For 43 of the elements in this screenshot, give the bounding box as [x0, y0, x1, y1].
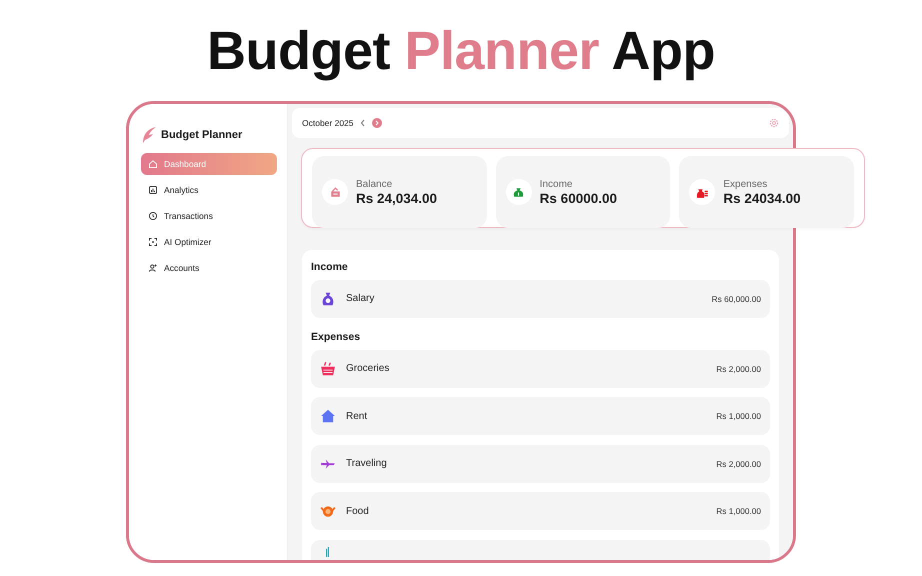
user-add-icon [148, 263, 158, 273]
nav-item[interactable]: Analytics [141, 179, 277, 201]
money-bag-icon [320, 290, 336, 306]
card-label: Income [540, 178, 574, 190]
app-name: Budget Planner [161, 129, 242, 141]
next-month-button[interactable] [372, 118, 382, 128]
entry-amount: Rs 1,000.00 [716, 506, 761, 516]
feather-logo-icon [141, 126, 157, 144]
card-amount: Rs 60000.00 [540, 190, 617, 206]
entry-row[interactable]: Rent Rs 1,000.00 [311, 397, 770, 435]
drink-icon [326, 546, 329, 556]
entry-name: Salary [346, 293, 376, 304]
entry-amount: Rs 1,000.00 [716, 411, 761, 421]
card-label: Expenses [723, 178, 768, 190]
card-label: Balance [356, 178, 394, 190]
entry-row[interactable]: Salary Rs 60,000.00 [311, 280, 770, 318]
chevron-left-icon[interactable] [360, 119, 366, 127]
card-amount: Rs 24,034.00 [356, 190, 438, 206]
page-title: Budget Planner App [206, 20, 716, 82]
scan-icon [148, 237, 158, 247]
chart-icon [148, 185, 158, 195]
entry-amount: Rs 2,000.00 [716, 364, 761, 374]
entry-amount: Rs 2,000.00 [716, 458, 761, 468]
entry-name: Groceries [346, 363, 390, 374]
settings-icon[interactable] [769, 118, 779, 128]
card-amount: Rs 24034.00 [723, 190, 801, 206]
entry-name: Food [346, 506, 370, 516]
entry-row[interactable]: Groceries Rs 2,000.00 [311, 350, 770, 388]
entry-row[interactable]: Traveling Rs 2,000.00 [311, 444, 770, 482]
month-label: October 2025 [302, 118, 354, 128]
entry-name: Traveling [346, 458, 388, 469]
nav-item[interactable]: AI Optimizer [141, 231, 277, 253]
nav-item[interactable]: Accounts [141, 257, 277, 279]
section-title: Income [311, 261, 349, 273]
entry-amount: Rs 60,000.00 [712, 294, 761, 304]
entry-name: Rent [346, 410, 368, 422]
section-title: Expenses [311, 331, 362, 343]
house-icon [320, 408, 336, 424]
clock-icon [148, 211, 158, 221]
entry-row[interactable]: Food Rs 1,000.00 [311, 492, 770, 530]
nav-item[interactable]: Transactions [141, 205, 277, 227]
home-icon [148, 159, 158, 169]
basket-icon [320, 360, 336, 376]
